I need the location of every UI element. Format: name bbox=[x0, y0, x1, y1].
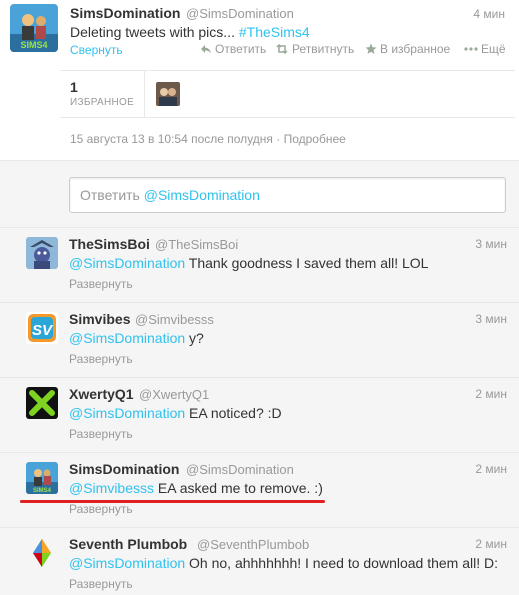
stats-divider bbox=[144, 71, 145, 118]
expand-link[interactable]: Развернуть bbox=[69, 577, 133, 591]
reply-area: Ответить @SimsDomination bbox=[0, 160, 519, 228]
reply-text-body: EA noticed? :D bbox=[185, 405, 282, 421]
reply-text-body: EA asked me to remove. :) bbox=[154, 480, 323, 496]
favoriter-avatar[interactable] bbox=[156, 82, 180, 106]
reply-mention-link[interactable]: @SimsDomination bbox=[69, 555, 185, 571]
reply-text: @SimsDomination Thank goodness I saved t… bbox=[69, 255, 428, 271]
favorite-action-label: В избранное bbox=[380, 42, 451, 56]
reply-mention-link[interactable]: @SimsDomination bbox=[69, 405, 185, 421]
main-tweet: SIMS4 SimsDomination @SimsDomination 4 м… bbox=[0, 0, 519, 160]
reply-action[interactable]: Ответить bbox=[200, 42, 266, 56]
favorite-action[interactable]: В избранное bbox=[365, 42, 450, 56]
reply-text: @SimsDomination EA noticed? :D bbox=[69, 405, 282, 421]
reply-tweet[interactable]: SV Simvibes @Simvibesss 3 мин @SimsDomin… bbox=[0, 303, 519, 378]
svg-text:SIMS4: SIMS4 bbox=[33, 488, 52, 494]
hashtag-link[interactable]: #TheSims4 bbox=[239, 24, 310, 40]
svg-text:SIMS4: SIMS4 bbox=[20, 40, 47, 50]
expand-link[interactable]: Развернуть bbox=[69, 427, 133, 441]
main-tweet-author-handle[interactable]: @SimsDomination bbox=[186, 6, 294, 21]
main-tweet-text: Deleting tweets with pics... #TheSims4 bbox=[70, 24, 310, 40]
reply-text-body: Oh no, ahhhhhhh! I need to download them… bbox=[185, 555, 499, 571]
reply-input-placeholder: Ответить bbox=[80, 187, 144, 203]
reply-author-name[interactable]: Simvibes bbox=[69, 311, 130, 327]
reply-mention-link[interactable]: @SimsDomination bbox=[69, 255, 185, 271]
main-tweet-avatar[interactable]: SIMS4 bbox=[10, 4, 58, 52]
main-tweet-text-body: Deleting tweets with pics... bbox=[70, 24, 239, 40]
reply-author-name[interactable]: SimsDomination bbox=[69, 461, 179, 477]
reply-text: @SimsDomination Oh no, ahhhhhhh! I need … bbox=[69, 555, 498, 571]
expand-link[interactable]: Развернуть bbox=[69, 502, 133, 516]
reply-timestamp[interactable]: 2 мин bbox=[475, 387, 507, 401]
expand-link[interactable]: Развернуть bbox=[69, 277, 133, 291]
reply-avatar[interactable] bbox=[26, 537, 58, 569]
reply-avatar[interactable]: SV bbox=[26, 312, 58, 344]
reply-avatar[interactable]: SIMS4 bbox=[26, 462, 58, 494]
reply-author-name[interactable]: TheSimsBoi bbox=[69, 236, 150, 252]
favorites-label[interactable]: ИЗБРАННОЕ bbox=[70, 97, 134, 108]
reply-mention-link[interactable]: @SimsDomination bbox=[69, 330, 185, 346]
tweet-stats: 1 ИЗБРАННОЕ bbox=[60, 70, 515, 118]
expand-link[interactable]: Развернуть bbox=[69, 352, 133, 366]
highlight-underline bbox=[20, 500, 325, 503]
svg-text:SV: SV bbox=[32, 322, 54, 339]
collapse-link[interactable]: Свернуть bbox=[70, 43, 123, 57]
reply-author-handle[interactable]: @SeventhPlumbob bbox=[197, 537, 309, 552]
reply-timestamp[interactable]: 3 мин bbox=[475, 237, 507, 251]
reply-author-handle[interactable]: @XwertyQ1 bbox=[139, 387, 209, 402]
reply-avatar[interactable] bbox=[26, 237, 58, 269]
reply-input-mention: @SimsDomination bbox=[143, 187, 260, 203]
more-action[interactable]: Ещё bbox=[464, 42, 506, 56]
reply-author-name[interactable]: Seventh Plumbob bbox=[69, 536, 187, 552]
main-tweet-author-name[interactable]: SimsDomination bbox=[70, 5, 180, 21]
star-icon bbox=[365, 43, 377, 54]
reply-tweet[interactable]: XwertyQ1 @XwertyQ1 2 мин @SimsDomination… bbox=[0, 378, 519, 453]
reply-tweet[interactable]: TheSimsBoi @TheSimsBoi 3 мин @SimsDomina… bbox=[0, 228, 519, 303]
reply-tweet[interactable]: SIMS4 SimsDomination @SimsDomination 2 м… bbox=[0, 453, 519, 528]
reply-timestamp[interactable]: 2 мин bbox=[475, 537, 507, 551]
reply-action-label: Ответить bbox=[215, 42, 267, 56]
reply-author-handle[interactable]: @Simvibesss bbox=[135, 312, 214, 327]
reply-input[interactable]: Ответить @SimsDomination bbox=[69, 177, 506, 213]
reply-icon bbox=[201, 45, 211, 54]
tweet-meta[interactable]: 15 августа 13 в 10:54 после полудня · По… bbox=[70, 132, 346, 146]
reply-text: @Simvibesss EA asked me to remove. :) bbox=[69, 480, 323, 496]
reply-text-body: y? bbox=[185, 330, 204, 346]
favorites-count[interactable]: 1 bbox=[70, 79, 78, 95]
retweet-action-label: Ретвитнуть bbox=[292, 42, 355, 56]
more-dots-icon bbox=[464, 47, 478, 51]
main-tweet-timestamp[interactable]: 4 мин bbox=[473, 7, 505, 21]
more-action-label: Ещё bbox=[481, 42, 506, 56]
reply-text-body: Thank goodness I saved them all! LOL bbox=[185, 255, 429, 271]
reply-author-handle[interactable]: @SimsDomination bbox=[186, 462, 294, 477]
reply-mention-link[interactable]: @Simvibesss bbox=[69, 480, 154, 496]
retweet-icon bbox=[276, 44, 288, 54]
reply-timestamp[interactable]: 2 мин bbox=[475, 462, 507, 476]
reply-timestamp[interactable]: 3 мин bbox=[475, 312, 507, 326]
reply-avatar[interactable] bbox=[26, 387, 58, 419]
reply-text: @SimsDomination y? bbox=[69, 330, 204, 346]
retweet-action[interactable]: Ретвитнуть bbox=[275, 42, 354, 56]
reply-author-handle[interactable]: @TheSimsBoi bbox=[155, 237, 238, 252]
reply-tweet[interactable]: Seventh Plumbob @SeventhPlumbob 2 мин @S… bbox=[0, 528, 519, 595]
reply-author-name[interactable]: XwertyQ1 bbox=[69, 386, 134, 402]
